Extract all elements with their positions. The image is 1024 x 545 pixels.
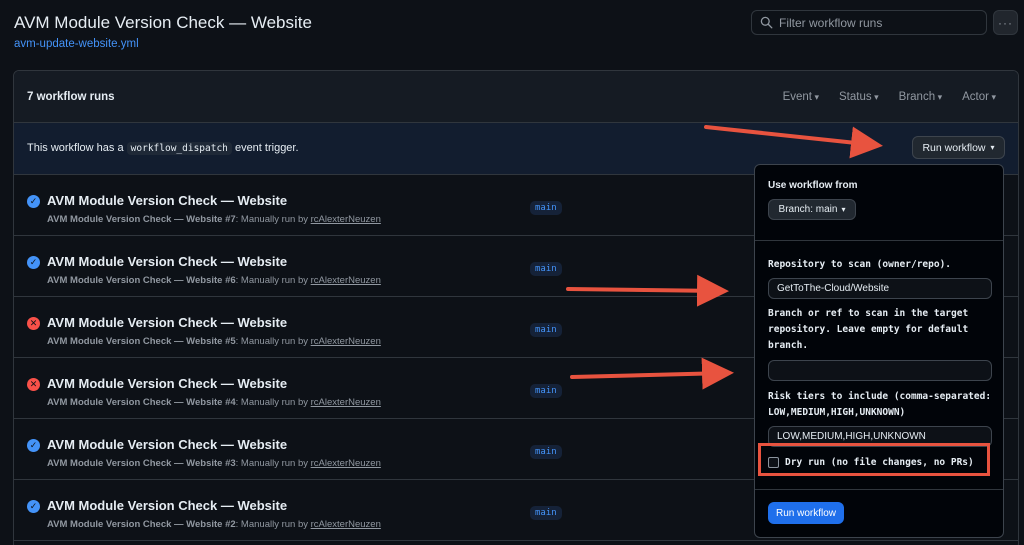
run-subtitle: AVM Module Version Check — Website #3: M… [47, 458, 381, 469]
run-workflow-panel: Use workflow from Branch: main ▾ Reposito… [754, 164, 1004, 538]
filter-event[interactable]: Event [783, 91, 819, 103]
check-circle-icon: ✓ [27, 439, 40, 452]
run-subtitle: AVM Module Version Check — Website #5: M… [47, 336, 381, 347]
runs-count: 7 workflow runs [27, 91, 115, 103]
check-circle-icon: ✓ [27, 195, 40, 208]
branch-badge[interactable]: main [530, 445, 562, 459]
x-circle-icon: ✕ [27, 378, 40, 391]
run-title[interactable]: AVM Module Version Check — Website [47, 254, 287, 269]
tiers-label: Risk tiers to include (comma-separated: … [768, 391, 992, 418]
check-circle-icon: ✓ [27, 500, 40, 513]
branch-badge[interactable]: main [530, 384, 562, 398]
actor-link[interactable]: rcAlexterNeuzen [311, 214, 381, 225]
filter-status[interactable]: Status [839, 91, 879, 103]
repo-input[interactable] [768, 278, 992, 299]
divider [755, 240, 1003, 241]
run-title[interactable]: AVM Module Version Check — Website [47, 315, 287, 330]
run-workflow-submit-button[interactable]: Run workflow [768, 502, 844, 524]
branch-badge[interactable]: main [530, 323, 562, 337]
run-subtitle: AVM Module Version Check — Website #6: M… [47, 275, 381, 286]
run-title[interactable]: AVM Module Version Check — Website [47, 437, 287, 452]
x-circle-icon: ✕ [27, 317, 40, 330]
dispatch-text: This workflow has a workflow_dispatch ev… [27, 142, 299, 155]
ref-label: Branch or ref to scan in the target repo… [768, 308, 969, 351]
run-title[interactable]: AVM Module Version Check — Website [47, 193, 287, 208]
run-workflow-dropdown-button[interactable]: Run workflow ▾ [912, 136, 1005, 159]
run-subtitle: AVM Module Version Check — Website #2: M… [47, 519, 381, 530]
actor-link[interactable]: rcAlexterNeuzen [311, 458, 381, 469]
branch-badge[interactable]: main [530, 262, 562, 276]
branch-select-button[interactable]: Branch: main ▾ [768, 199, 856, 220]
runs-filters: Event Status Branch Actor [783, 91, 996, 103]
use-workflow-from-label: Use workflow from [768, 180, 858, 191]
ref-input[interactable] [768, 360, 992, 381]
run-title[interactable]: AVM Module Version Check — Website [47, 376, 287, 391]
runs-header: 7 workflow runs Event Status Branch Acto… [14, 71, 1018, 123]
filter-input[interactable] [779, 15, 979, 30]
run-title[interactable]: AVM Module Version Check — Website [47, 498, 287, 513]
more-options-button[interactable]: ··· [993, 10, 1018, 35]
chevron-down-icon: ▾ [990, 143, 995, 152]
dispatch-code: workflow_dispatch [126, 142, 232, 155]
filter-actor[interactable]: Actor [962, 91, 996, 103]
run-subtitle: AVM Module Version Check — Website #7: M… [47, 214, 381, 225]
run-subtitle: AVM Module Version Check — Website #4: M… [47, 397, 381, 408]
branch-badge[interactable]: main [530, 201, 562, 215]
actor-link[interactable]: rcAlexterNeuzen [311, 519, 381, 530]
check-circle-icon: ✓ [27, 256, 40, 269]
actor-link[interactable]: rcAlexterNeuzen [311, 397, 381, 408]
filter-workflow-runs[interactable] [751, 10, 987, 35]
divider [755, 489, 1003, 490]
branch-badge[interactable]: main [530, 506, 562, 520]
workflow-file-link[interactable]: avm-update-website.yml [14, 38, 139, 50]
actor-link[interactable]: rcAlexterNeuzen [311, 336, 381, 347]
repo-label: Repository to scan (owner/repo). [768, 259, 952, 270]
actor-link[interactable]: rcAlexterNeuzen [311, 275, 381, 286]
search-icon [760, 16, 773, 29]
filter-branch[interactable]: Branch [899, 91, 942, 103]
page-title: AVM Module Version Check — Website [14, 13, 312, 32]
chevron-down-icon: ▾ [841, 205, 846, 214]
annotation-highlight-box [758, 443, 990, 476]
